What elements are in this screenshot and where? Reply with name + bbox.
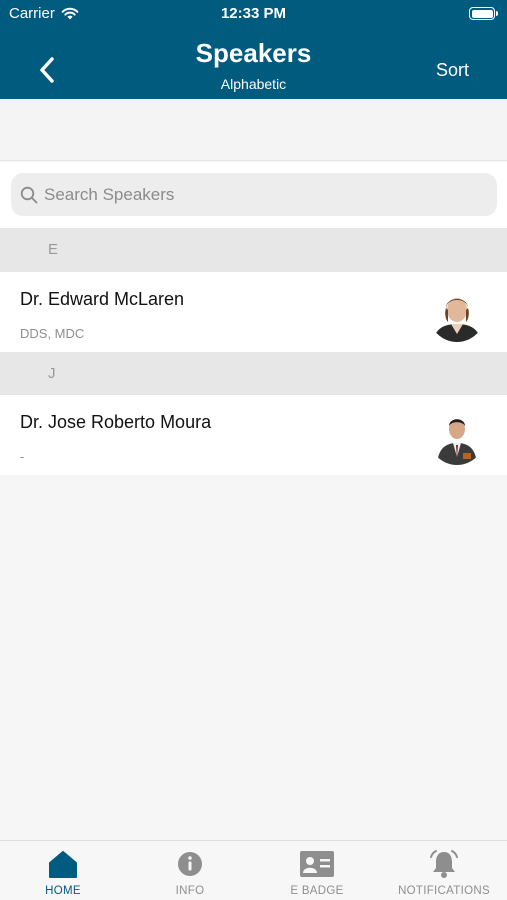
speaker-name: Dr. Jose Roberto Moura <box>20 412 212 432</box>
search-area <box>0 162 507 228</box>
tab-label: HOME <box>45 885 81 897</box>
status-time: 12:33 PM <box>220 5 287 22</box>
speaker-name: Dr. Edward McLaren <box>20 289 185 309</box>
tab-info[interactable]: INFO <box>127 841 253 900</box>
page-subtitle: Alphabetic <box>220 76 287 92</box>
nav-header: Carrier 12:33 PM Speakers Alphabetic Sor… <box>0 0 507 99</box>
tab-home[interactable]: HOME <box>0 841 126 900</box>
bell-icon <box>430 850 458 878</box>
battery-icon <box>469 7 498 20</box>
badge-icon <box>300 851 334 877</box>
section-letter: J <box>48 365 56 382</box>
speaker-avatar <box>429 409 485 465</box>
speaker-row-jose-roberto-moura[interactable]: Dr. Jose Roberto Moura - <box>0 395 507 475</box>
tab-bar: HOME INFO E BADGE NOTIFICATIONS <box>0 840 507 900</box>
header-spacer <box>0 99 507 161</box>
speaker-credentials: DDS, MDC <box>20 326 85 341</box>
section-header-j: J <box>0 352 507 396</box>
tab-notifications[interactable]: NOTIFICATIONS <box>381 841 507 900</box>
search-input[interactable] <box>44 184 484 205</box>
tab-e-badge[interactable]: E BADGE <box>254 841 380 900</box>
speaker-avatar <box>429 286 485 342</box>
speaker-row-edward-mclaren[interactable]: Dr. Edward McLaren DDS, MDC <box>0 272 507 352</box>
status-bar: Carrier 12:33 PM <box>0 0 507 28</box>
info-icon <box>178 852 202 876</box>
section-header-e: E <box>0 228 507 272</box>
home-icon <box>49 851 77 878</box>
section-letter: E <box>48 241 59 258</box>
search-bar[interactable] <box>11 173 497 216</box>
search-icon <box>20 186 38 203</box>
speaker-credentials: - <box>20 449 25 464</box>
tab-label: NOTIFICATIONS <box>398 885 490 897</box>
sort-button[interactable]: Sort <box>436 60 469 81</box>
page-title: Speakers <box>195 38 312 68</box>
tab-label: E BADGE <box>290 885 344 897</box>
tab-label: INFO <box>175 885 205 897</box>
